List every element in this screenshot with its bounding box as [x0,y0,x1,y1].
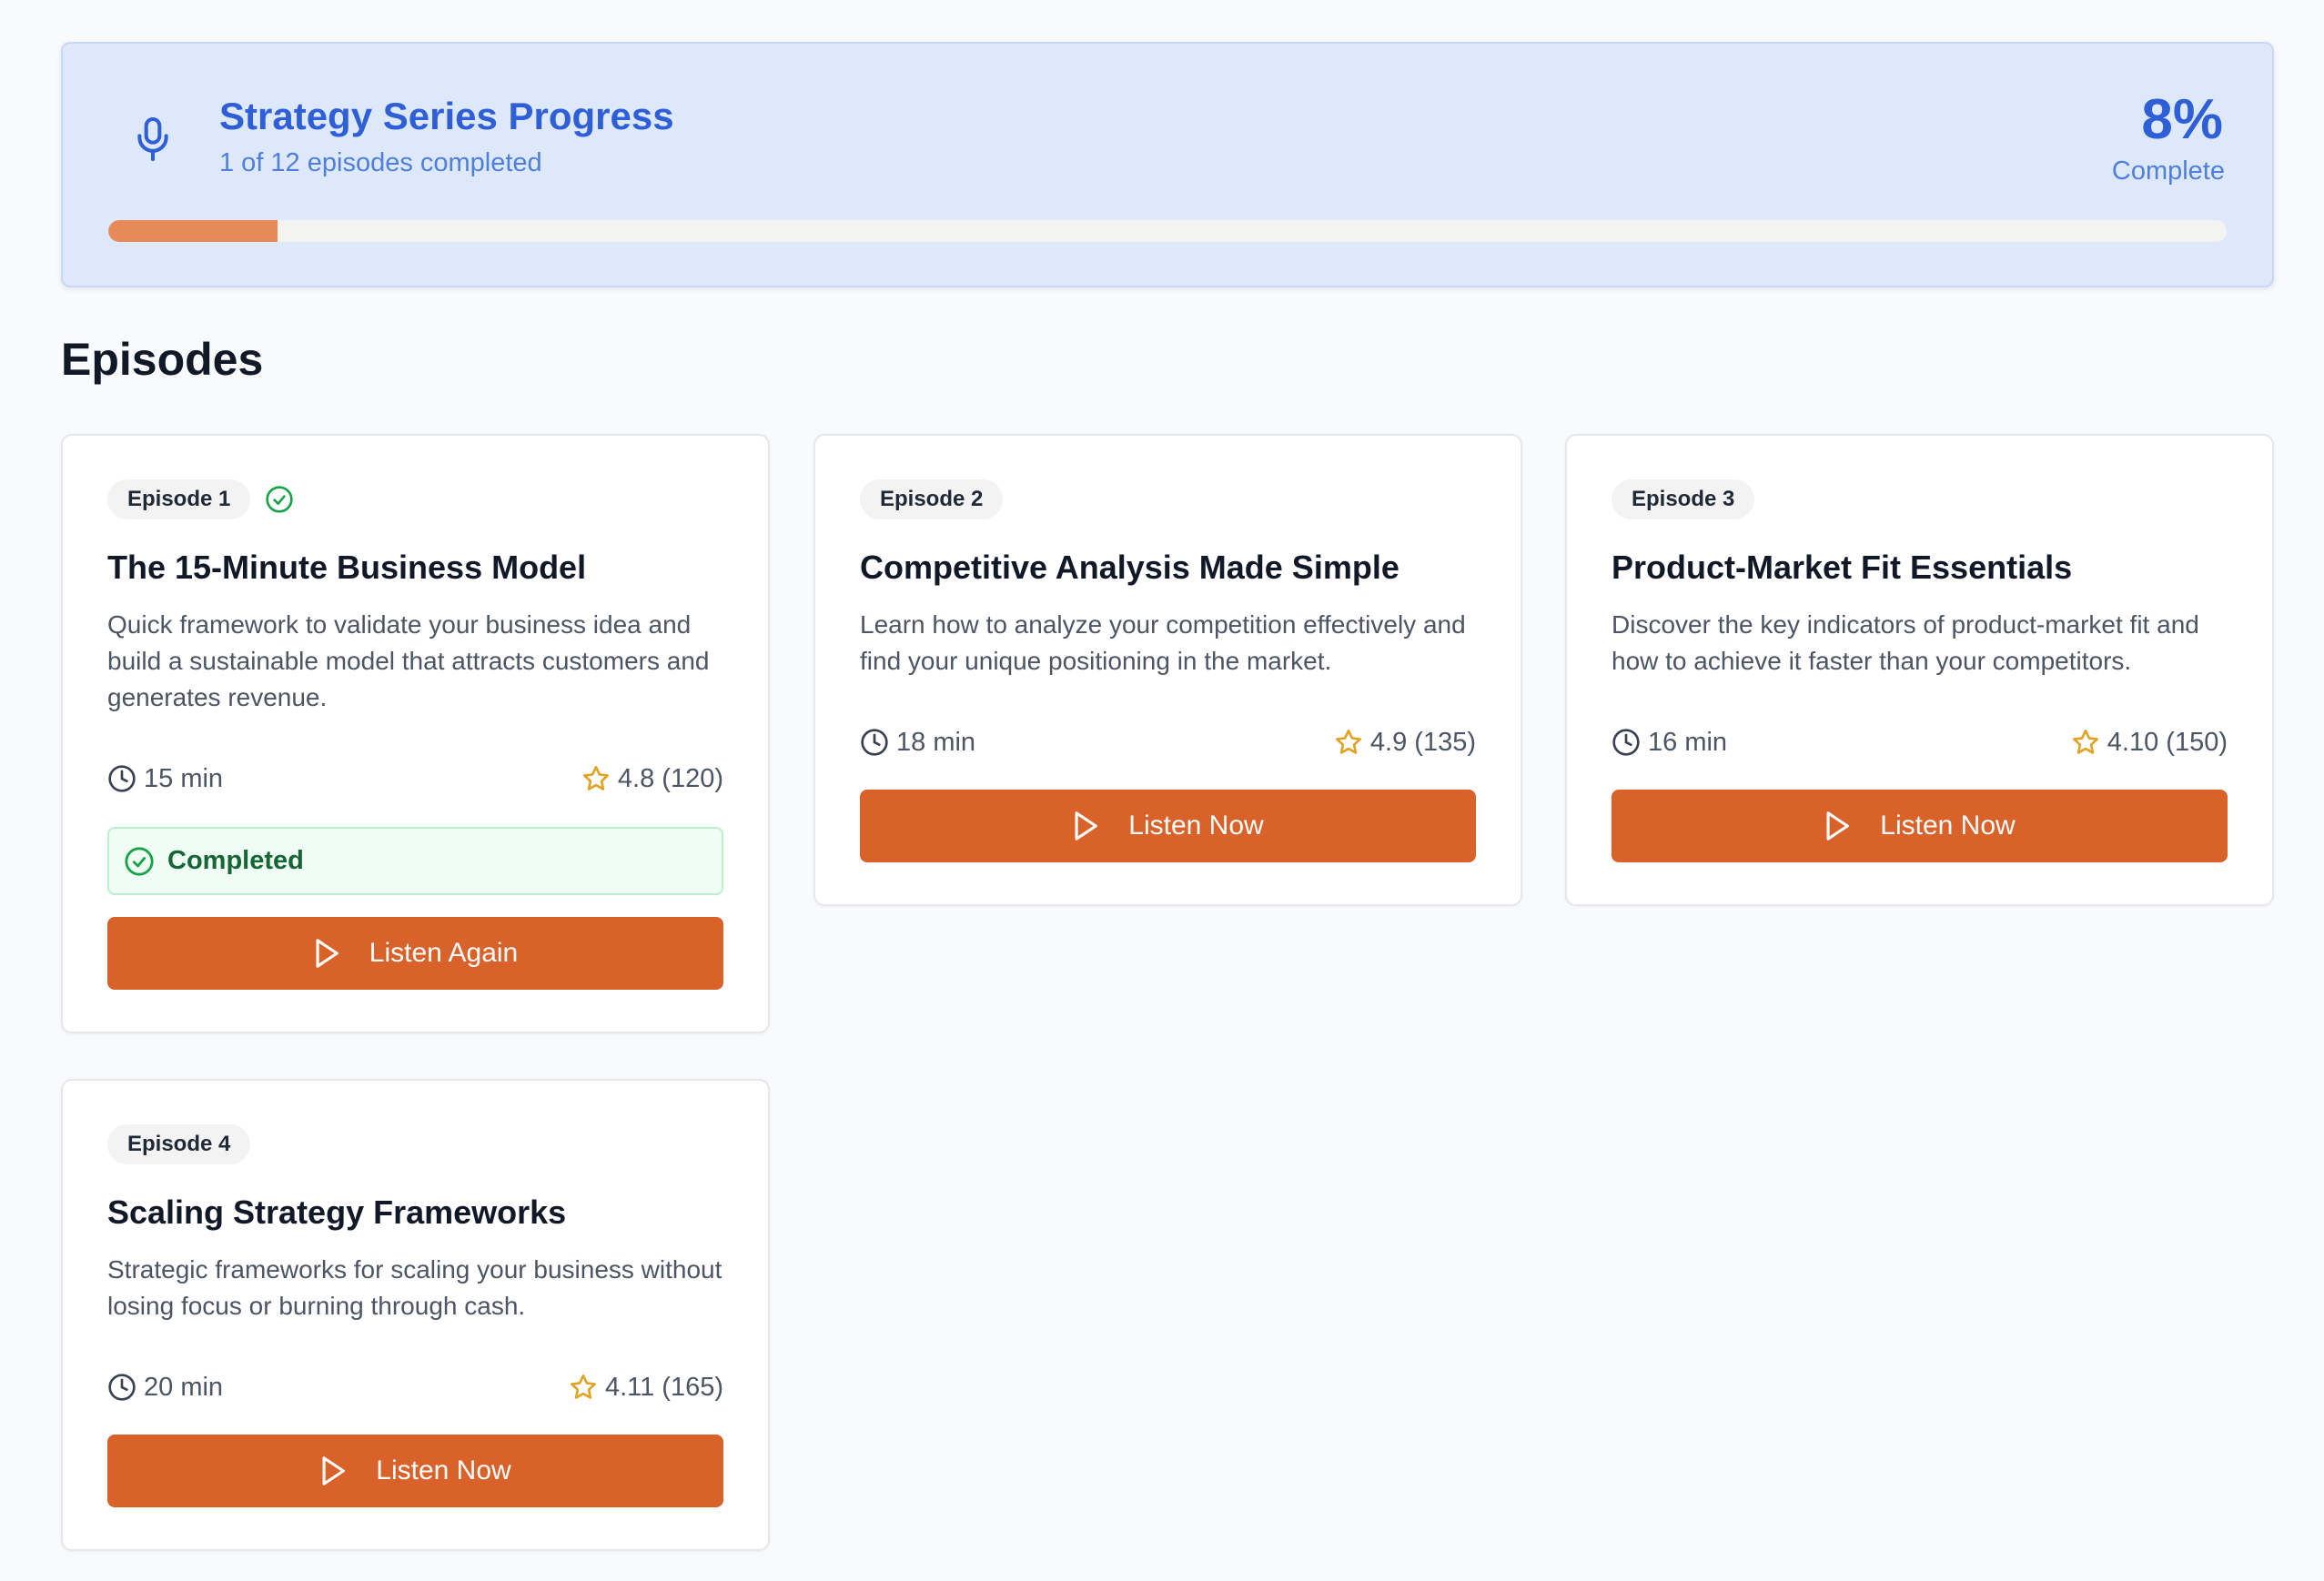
episode-card-1: Episode 1 The 15-Minute Business Model Q… [61,434,770,1033]
button-label: Listen Again [369,938,519,968]
completed-text: Completed [167,846,304,875]
rating-text: 4.11 (165) [604,1372,723,1402]
episode-badge: Episode 4 [107,1124,251,1164]
rating-text: 4.10 (150) [2107,727,2228,757]
listen-again-button[interactable]: Listen Again [107,917,723,990]
check-circle-icon [266,486,294,513]
duration-text: 20 min [144,1372,224,1402]
episodes-heading: Episodes [61,334,264,385]
check-circle-icon [125,846,154,876]
listen-now-button[interactable]: Listen Now [107,1435,723,1507]
episode-duration: 15 min [107,764,223,794]
episode-badge: Episode 2 [860,479,1004,519]
clock-icon [108,1374,136,1401]
button-label: Listen Now [1128,811,1264,841]
episode-title: Product-Market Fit Essentials [1612,549,2073,586]
play-icon [1075,811,1098,841]
episode-description: Learn how to analyze your competition ef… [860,610,1466,675]
rating-text: 4.9 (135) [1369,727,1476,757]
star-icon [570,1375,596,1399]
listen-now-button[interactable]: Listen Now [1612,790,2228,862]
episode-description: Quick framework to validate your busines… [107,610,710,711]
episode-badge: Episode 3 [1612,479,1755,519]
episode-rating: 4.8 (120) [581,764,723,794]
play-icon [316,939,338,968]
episode-rating: 4.11 (165) [569,1373,723,1403]
star-icon [582,766,609,790]
progress-percent: 8% [2141,88,2223,151]
duration-text: 16 min [1648,727,1728,757]
episode-card-3: Episode 3 Product-Market Fit Essentials … [1565,434,2274,906]
microphone-icon [137,116,168,162]
progress-bar-fill [108,220,278,242]
episode-title: The 15-Minute Business Model [107,549,587,586]
episode-card-2: Episode 2 Competitive Analysis Made Simp… [813,434,1522,906]
rating-text: 4.8 (120) [617,763,723,793]
progress-bar-track [108,220,2227,242]
play-icon [322,1456,346,1485]
episode-duration: 20 min [107,1373,223,1403]
episode-rating: 4.9 (135) [1334,728,1476,758]
page: Strategy Series Progress 1 of 12 episode… [0,0,2324,1581]
episode-duration: 16 min [1612,728,1727,758]
series-progress-card: Strategy Series Progress 1 of 12 episode… [61,42,2274,287]
completed-status: Completed [107,827,723,895]
episode-duration: 18 min [860,728,975,758]
button-label: Listen Now [1880,811,2016,841]
episode-badge: Episode 1 [107,479,251,519]
listen-now-button[interactable]: Listen Now [860,790,1476,862]
star-icon [2072,730,2098,754]
duration-text: 18 min [896,727,976,757]
episode-description: Strategic frameworks for scaling your bu… [107,1255,722,1320]
play-icon [1826,811,1850,841]
clock-icon [1612,729,1640,756]
episode-title: Competitive Analysis Made Simple [860,549,1399,586]
button-label: Listen Now [376,1455,511,1485]
progress-title: Strategy Series Progress [219,95,674,137]
progress-subtitle: 1 of 12 episodes completed [219,148,542,177]
progress-percent-label: Complete [2111,156,2225,186]
episode-title: Scaling Strategy Frameworks [107,1193,567,1231]
episode-description: Discover the key indicators of product-m… [1612,610,2199,675]
episode-rating: 4.10 (150) [2071,728,2228,758]
episode-card-4: Episode 4 Scaling Strategy Frameworks St… [61,1079,770,1551]
clock-icon [861,729,888,756]
duration-text: 15 min [144,763,224,793]
star-icon [1335,730,1361,754]
clock-icon [108,765,136,792]
